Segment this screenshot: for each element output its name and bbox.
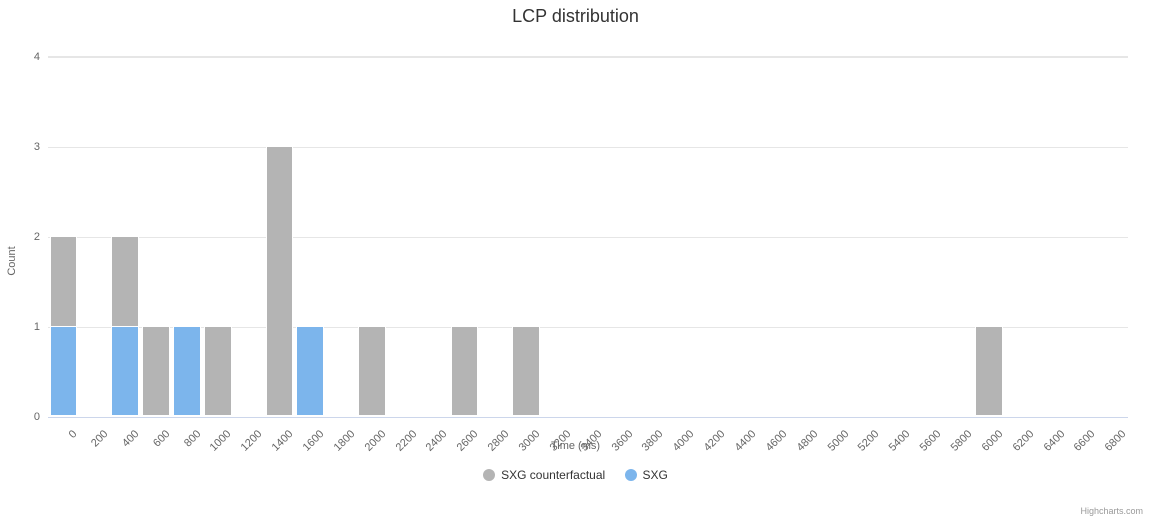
bar-counterfactual[interactable] (451, 326, 479, 416)
bar-counterfactual[interactable] (358, 326, 386, 416)
bar-counterfactual[interactable] (975, 326, 1003, 416)
y-tick-label: 3 (34, 141, 40, 153)
y-axis-label: Count (6, 246, 18, 275)
legend-item-counterfactual[interactable]: SXG counterfactual (483, 468, 605, 482)
y-tick-label: 0 (34, 411, 40, 423)
x-axis-label: Time (ms) (0, 440, 1151, 452)
chart-title: LCP distribution (0, 6, 1151, 27)
bar-counterfactual[interactable] (204, 326, 232, 416)
y-tick-label: 1 (34, 321, 40, 333)
bar-counterfactual[interactable] (266, 146, 294, 416)
x-axis-ticks: 0200400600800100012001400160018002000220… (48, 418, 1128, 438)
circle-icon (483, 469, 495, 481)
legend-label: SXG counterfactual (501, 468, 605, 482)
bar-sxg[interactable] (296, 326, 324, 416)
y-tick-label: 2 (34, 231, 40, 243)
plot-area: 01234 (48, 56, 1128, 416)
legend-item-sxg[interactable]: SXG (625, 468, 668, 482)
bar-counterfactual[interactable] (512, 326, 540, 416)
credits-link[interactable]: Highcharts.com (1080, 506, 1143, 516)
bar-sxg[interactable] (50, 326, 78, 416)
bar-counterfactual[interactable] (142, 326, 170, 416)
chart-container: LCP distribution Count 01234 02004006008… (0, 0, 1151, 522)
bars-layer (48, 57, 1128, 416)
bar-sxg[interactable] (111, 326, 139, 416)
y-tick-label: 4 (34, 51, 40, 63)
legend-label: SXG (643, 468, 668, 482)
circle-icon (625, 469, 637, 481)
legend: SXG counterfactual SXG (0, 468, 1151, 484)
bar-sxg[interactable] (173, 326, 201, 416)
